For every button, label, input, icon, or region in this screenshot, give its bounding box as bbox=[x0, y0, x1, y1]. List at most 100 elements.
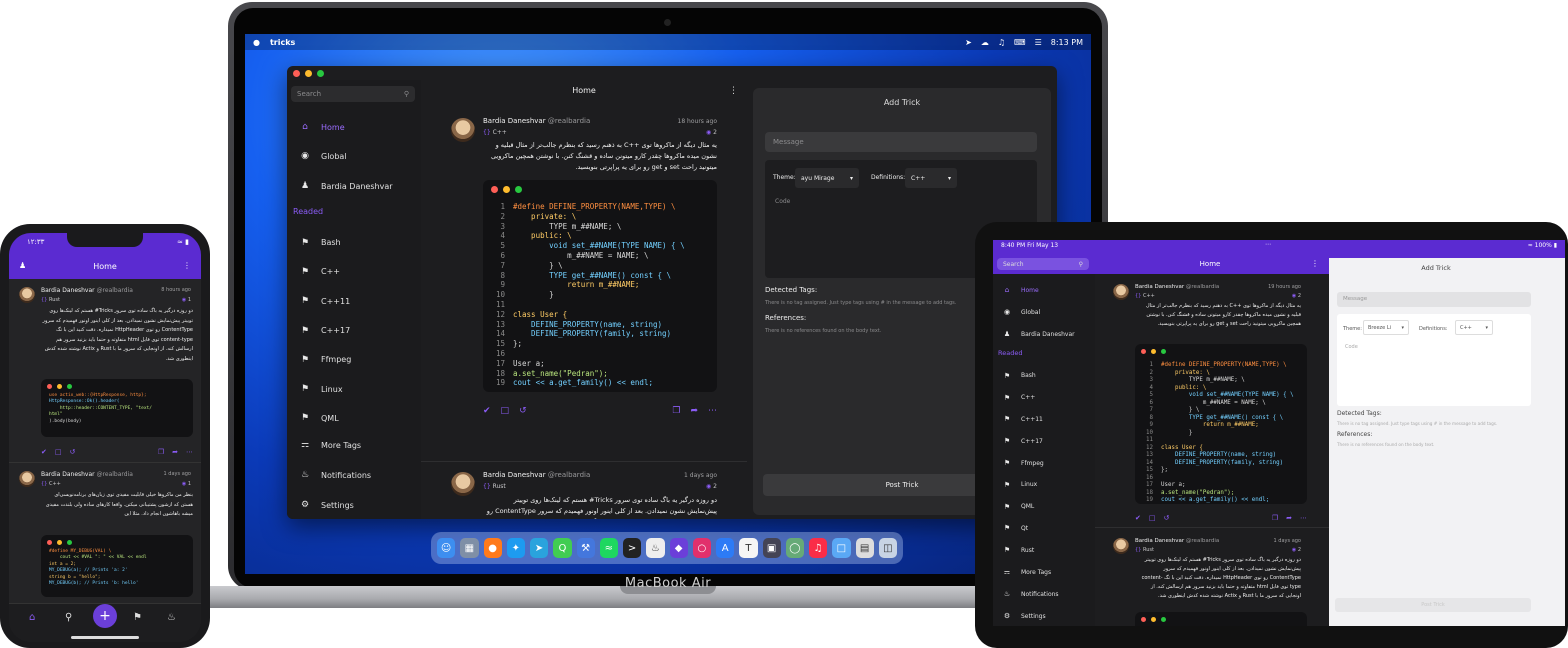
sidebar-notifications[interactable]: ♨ Notifications bbox=[1001, 590, 1059, 598]
more-options-icon[interactable]: ⋮ bbox=[183, 261, 191, 270]
sidebar-item-home[interactable]: ⌂ Home bbox=[299, 122, 344, 132]
more-options-icon[interactable]: ⋮ bbox=[1311, 259, 1319, 268]
sidebar-tag-cpp11[interactable]: ⚑ C++11 bbox=[1001, 409, 1044, 431]
disk-utility-icon[interactable]: ◯ bbox=[785, 538, 804, 558]
definitions-select[interactable]: C++ ▾ bbox=[1455, 320, 1493, 335]
twitter-icon[interactable]: ✦ bbox=[506, 538, 525, 558]
avatar[interactable] bbox=[1113, 538, 1129, 554]
share-icon[interactable]: ➦ bbox=[690, 406, 698, 416]
post-author[interactable]: Bardia Daneshvar @realbardia bbox=[41, 287, 133, 294]
sidebar-tag-cpp[interactable]: ⚑ C++ bbox=[299, 257, 351, 286]
sidebar-tag-cpp[interactable]: ⚑ C++ bbox=[1001, 387, 1044, 409]
apple-icon[interactable]: ● bbox=[253, 38, 260, 47]
sidebar-more-tags[interactable]: ⚎ More Tags bbox=[1001, 568, 1051, 576]
tags-icon[interactable]: ⚑ bbox=[133, 612, 142, 623]
code-textarea[interactable]: Code bbox=[775, 198, 790, 205]
retweet-icon[interactable]: ↺ bbox=[1164, 514, 1170, 522]
post-author[interactable]: Bardia Daneshvar @realbardia bbox=[483, 471, 590, 479]
cloud-icon[interactable]: ☁ bbox=[981, 38, 989, 47]
close-window-button[interactable] bbox=[293, 70, 300, 77]
bell-icon[interactable]: ♨ bbox=[167, 612, 176, 623]
preview-icon[interactable]: ▣ bbox=[762, 538, 781, 558]
more-icon[interactable]: ⋯ bbox=[708, 406, 717, 416]
copy-icon[interactable]: ❐ bbox=[1272, 514, 1278, 522]
xcode-icon[interactable]: ⚒ bbox=[576, 538, 595, 558]
appstore-icon[interactable]: A bbox=[716, 538, 735, 558]
sidebar-tag-qml[interactable]: ⚑ QML bbox=[299, 404, 351, 433]
more-icon[interactable]: ⋯ bbox=[186, 448, 193, 456]
finder-icon[interactable]: ☺ bbox=[437, 538, 456, 558]
share-icon[interactable]: ➦ bbox=[1286, 514, 1292, 522]
sidebar-tag-ffmpeg[interactable]: ⚑ Ffmpeg bbox=[299, 345, 351, 374]
instagram-icon[interactable]: ○ bbox=[692, 538, 711, 558]
sidebar-settings[interactable]: ⚙ Settings bbox=[299, 500, 354, 510]
post-trick-button[interactable]: Post Trick bbox=[1335, 598, 1531, 612]
avatar[interactable] bbox=[451, 118, 475, 142]
sidebar-item-home[interactable]: ⌂ Home bbox=[1001, 286, 1039, 294]
sidebar-more-tags[interactable]: ⚎ More Tags bbox=[299, 440, 361, 450]
multitask-icon[interactable]: ⋯ bbox=[1265, 241, 1271, 248]
more-options-icon[interactable]: ⋮ bbox=[729, 86, 738, 96]
document-icon[interactable]: ▤ bbox=[855, 538, 874, 558]
post-author[interactable]: Bardia Daneshvar @realbardia bbox=[1135, 538, 1219, 544]
post-author[interactable]: Bardia Daneshvar @realbardia bbox=[483, 117, 590, 125]
sidebar-item-global[interactable]: ◉ Global bbox=[1001, 308, 1040, 316]
sidebar-tag-cpp17[interactable]: ⚑ C++17 bbox=[299, 316, 351, 345]
search-icon[interactable]: ⚲ bbox=[65, 612, 72, 623]
instruments-icon[interactable]: ♨ bbox=[646, 538, 665, 558]
message-input[interactable]: Message bbox=[1337, 292, 1531, 307]
search-input[interactable]: Search ⚲ bbox=[291, 86, 415, 102]
tricks-app-icon[interactable]: ◆ bbox=[669, 538, 688, 558]
terminal-icon[interactable]: > bbox=[623, 538, 642, 558]
sidebar-tag-qml[interactable]: ⚑ QML bbox=[1001, 496, 1044, 518]
like-icon[interactable]: ✔ bbox=[41, 448, 47, 456]
qtcreator-icon[interactable]: Q bbox=[553, 538, 572, 558]
code-textarea[interactable]: Code bbox=[1345, 344, 1358, 350]
sidebar-item-global[interactable]: ◉ Global bbox=[299, 151, 346, 161]
sidebar-tag-qt[interactable]: ⚑ Qt bbox=[1001, 518, 1044, 540]
home-icon[interactable]: ⌂ bbox=[29, 612, 35, 623]
control-center-icon[interactable]: ☰ bbox=[1035, 38, 1042, 47]
search-icon[interactable]: ⚲ bbox=[404, 90, 409, 98]
sidebar-item-profile[interactable]: ♟ Bardia Daneshvar bbox=[299, 181, 393, 191]
retweet-icon[interactable]: ↺ bbox=[519, 406, 527, 416]
sidebar-tag-ffmpeg[interactable]: ⚑ Ffmpeg bbox=[1001, 452, 1044, 474]
spotify-icon[interactable]: ≈ bbox=[599, 538, 618, 558]
telegram-icon[interactable]: ➤ bbox=[530, 538, 549, 558]
sidebar-tag-rust[interactable]: ⚑ Rust bbox=[1001, 539, 1044, 561]
comment-icon[interactable]: □ bbox=[55, 448, 62, 456]
avatar[interactable] bbox=[1113, 284, 1129, 300]
theme-select[interactable]: ayu Mirage ▾ bbox=[795, 168, 859, 188]
menubar-clock[interactable]: 8:13 PM bbox=[1051, 38, 1083, 47]
sidebar-tag-bash[interactable]: ⚑ Bash bbox=[1001, 365, 1044, 387]
retweet-icon[interactable]: ↺ bbox=[70, 448, 76, 456]
firefox-icon[interactable]: ● bbox=[483, 538, 502, 558]
sidebar-item-profile[interactable]: ♟ Bardia Daneshvar bbox=[1001, 330, 1075, 338]
avatar[interactable] bbox=[19, 471, 35, 487]
sidebar-notifications[interactable]: ♨ Notifications bbox=[299, 470, 371, 480]
avatar[interactable] bbox=[19, 287, 35, 303]
comment-icon[interactable]: □ bbox=[501, 406, 510, 416]
sidebar-tag-bash[interactable]: ⚑ Bash bbox=[299, 228, 351, 257]
launchpad-icon[interactable]: ▦ bbox=[460, 538, 479, 558]
sidebar-tag-linux[interactable]: ⚑ Linux bbox=[299, 374, 351, 403]
trash-icon[interactable]: ◫ bbox=[878, 538, 897, 558]
like-icon[interactable]: ✔ bbox=[483, 406, 491, 416]
more-icon[interactable]: ⋯ bbox=[1300, 514, 1307, 522]
menubar-app-name[interactable]: tricks bbox=[270, 38, 295, 47]
post-author[interactable]: Bardia Daneshvar @realbardia bbox=[1135, 284, 1219, 290]
search-input[interactable]: Search ⚲ bbox=[997, 258, 1089, 270]
sidebar-tag-cpp17[interactable]: ⚑ C++17 bbox=[1001, 430, 1044, 452]
minimize-window-button[interactable] bbox=[305, 70, 312, 77]
sidebar-settings[interactable]: ⚙ Settings bbox=[1001, 612, 1046, 620]
copy-icon[interactable]: ❐ bbox=[672, 406, 680, 416]
add-trick-button[interactable]: + bbox=[93, 604, 117, 628]
folder-icon[interactable]: □ bbox=[832, 538, 851, 558]
music-icon[interactable]: ♫ bbox=[809, 538, 828, 558]
like-icon[interactable]: ✔ bbox=[1135, 514, 1141, 522]
post-author[interactable]: Bardia Daneshvar @realbardia bbox=[41, 471, 133, 478]
definitions-select[interactable]: C++ ▾ bbox=[905, 168, 957, 188]
sidebar-tag-cpp11[interactable]: ⚑ C++11 bbox=[299, 287, 351, 316]
textedit-icon[interactable]: T bbox=[739, 538, 758, 558]
share-icon[interactable]: ➦ bbox=[172, 448, 178, 456]
